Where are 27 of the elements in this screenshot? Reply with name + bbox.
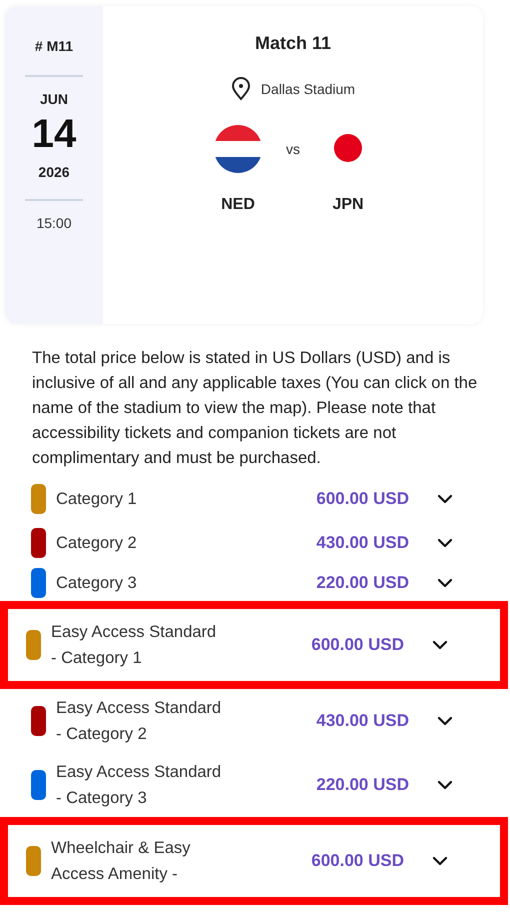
flag-icon	[214, 125, 262, 173]
versus-label: vs	[286, 140, 300, 159]
date-year: 2026	[38, 163, 70, 182]
category-name: Category 2	[56, 533, 138, 554]
date-month: JUN	[40, 90, 68, 109]
kickoff-time: 15:00	[36, 214, 72, 233]
category-price: 600.00 USD	[311, 634, 404, 656]
stadium-link[interactable]: Dallas Stadium	[260, 78, 356, 100]
category-name: Category 3	[56, 573, 138, 594]
date-day: 14	[32, 110, 76, 158]
category-price: 430.00 USD	[316, 532, 409, 554]
category-name: Wheelchair & Easy Access Amenity -	[51, 838, 192, 885]
category-name: Easy Access Standard - Category 1	[51, 622, 218, 669]
category-price: 430.00 USD	[316, 710, 409, 732]
location-pin-icon	[230, 77, 251, 101]
match-number: # M11	[34, 37, 74, 56]
category-price: 220.00 USD	[316, 774, 409, 796]
category-price: 600.00 USD	[316, 488, 409, 510]
category-price: 600.00 USD	[311, 850, 404, 872]
category-price: 220.00 USD	[316, 572, 409, 594]
category-name: Category 1	[56, 489, 138, 510]
category-name: Easy Access Standard - Category 3	[56, 762, 222, 809]
category-name: Easy Access Standard - Category 2	[56, 698, 222, 745]
team-code: NED	[221, 195, 255, 215]
match-title: Match 11	[254, 32, 332, 55]
price-note: The total price below is stated in US Dollars (USD) and is inclusive of all and any applicable taxes (You can click on the name of the stadium to view the map). Please note that accessibility tickets and companion tickets are not complimentary and must be purchased.	[31, 348, 478, 469]
team-code: JPN	[332, 195, 364, 215]
